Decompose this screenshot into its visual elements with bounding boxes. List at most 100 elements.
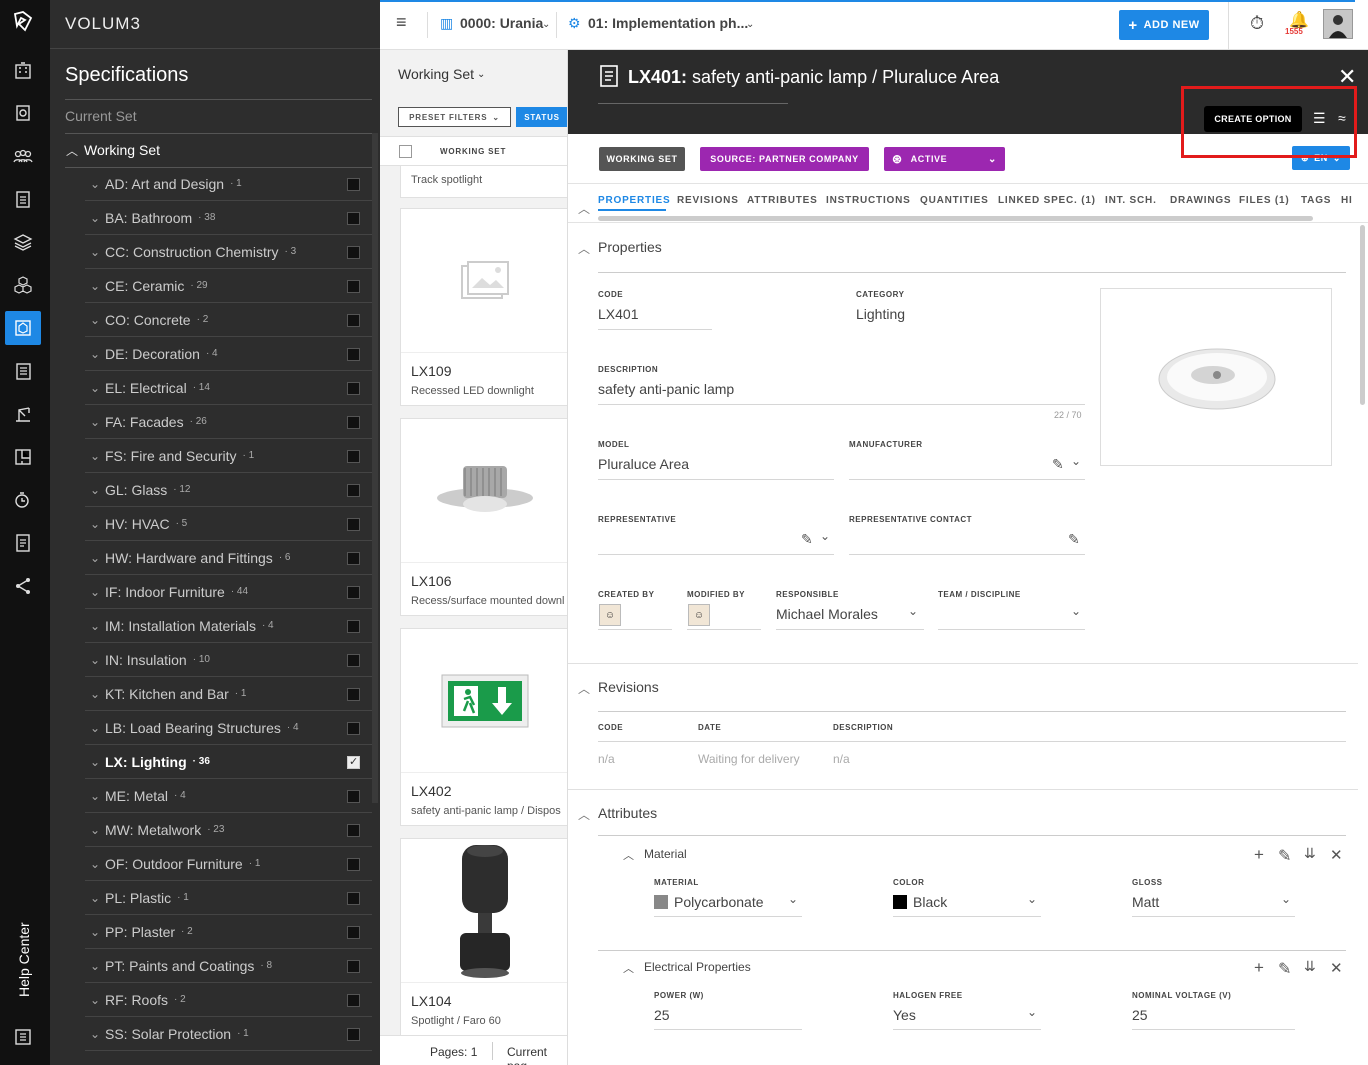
detail-tab[interactable]: TAGS — [1301, 195, 1331, 206]
category-checkbox[interactable] — [347, 552, 360, 565]
pencil-icon[interactable]: ✎ — [1068, 531, 1080, 548]
book-icon[interactable] — [5, 1020, 41, 1054]
chevron-down-icon[interactable]: ⌄ — [85, 653, 105, 667]
chevron-down-icon[interactable]: ⌄ — [85, 789, 105, 803]
chevron-down-icon[interactable]: ⌄ — [542, 19, 550, 30]
chevron-down-icon[interactable]: ⌄ — [908, 604, 918, 618]
sidebar-category-item[interactable]: ⌄ SS: Solar Protection · 1 — [85, 1017, 372, 1051]
chevron-down-icon[interactable]: ⌄ — [85, 279, 105, 293]
description-field[interactable]: safety anti-panic lamp — [598, 381, 734, 397]
hamburger-menu-icon[interactable]: ≡ — [396, 12, 407, 33]
category-checkbox[interactable] — [347, 755, 360, 769]
sidebar-category-item[interactable]: ⌄ EL: Electrical · 14 — [85, 371, 372, 405]
category-checkbox[interactable] — [347, 1028, 360, 1041]
detail-tab[interactable]: LINKED SPEC. (1) — [998, 195, 1096, 206]
category-checkbox[interactable] — [347, 892, 360, 905]
crane-icon[interactable] — [5, 397, 41, 431]
power-field[interactable]: 25 — [654, 1007, 670, 1023]
chevron-down-icon[interactable]: ⌄ — [85, 313, 105, 327]
sidebar-category-item[interactable]: ⌄ CO: Concrete · 2 — [85, 303, 372, 337]
chevron-down-icon[interactable]: ⌄ — [85, 517, 105, 531]
sidebar-category-item[interactable]: ⌄ OF: Outdoor Furniture · 1 — [85, 847, 372, 881]
detail-tab[interactable]: QUANTITIES — [920, 195, 989, 206]
chevron-down-icon[interactable]: ⌄ — [85, 449, 105, 463]
sidebar-category-item[interactable]: ⌄ PL: Plastic · 1 — [85, 881, 372, 915]
category-checkbox[interactable] — [347, 722, 360, 735]
close-icon[interactable]: ✕ — [1330, 846, 1343, 864]
sidebar-category-item[interactable]: ⌄ KT: Kitchen and Bar · 1 — [85, 677, 372, 711]
category-checkbox[interactable] — [347, 484, 360, 497]
plus-icon[interactable]: + — [1254, 958, 1264, 978]
category-checkbox[interactable] — [347, 382, 360, 395]
sidebar-category-item[interactable]: ⌄ CC: Construction Chemistry · 3 — [85, 235, 372, 269]
project-selector[interactable]: 0000: Urania — [460, 15, 543, 31]
timer-icon[interactable]: ⏱ — [1250, 13, 1264, 34]
pencil-icon[interactable]: ✎ — [1278, 846, 1291, 866]
pencil-icon[interactable]: ✎ — [1278, 959, 1291, 979]
status-filter-button[interactable]: STATUS — [516, 107, 568, 127]
sidebar-category-item[interactable]: ⌄ CE: Ceramic · 29 — [85, 269, 372, 303]
category-checkbox[interactable] — [347, 314, 360, 327]
responsible-dropdown[interactable]: Michael Morales — [776, 606, 878, 622]
category-checkbox[interactable] — [347, 586, 360, 599]
chevron-down-icon[interactable]: ⌄ — [85, 925, 105, 939]
creator-avatar[interactable]: ☺ — [599, 604, 621, 626]
chevron-down-icon[interactable]: ⌄ — [85, 415, 105, 429]
chevron-down-icon[interactable]: ⌄ — [85, 245, 105, 259]
sidebar-category-item[interactable]: ⌄ LB: Load Bearing Structures · 4 — [85, 711, 372, 745]
add-new-button[interactable]: + ADD NEW — [1119, 10, 1209, 40]
category-checkbox[interactable] — [347, 790, 360, 803]
help-center-link[interactable]: Help Center — [4, 920, 44, 1000]
specifications-icon[interactable] — [5, 311, 41, 345]
category-checkbox[interactable] — [347, 348, 360, 361]
detail-tab[interactable]: PROPERTIES — [598, 195, 670, 206]
category-checkbox[interactable] — [347, 620, 360, 633]
category-checkbox[interactable] — [347, 280, 360, 293]
chevron-down-icon[interactable]: ⌄ — [85, 959, 105, 973]
category-checkbox[interactable] — [347, 450, 360, 463]
category-checkbox[interactable] — [347, 246, 360, 259]
chevron-up-icon[interactable]: ︿ — [66, 142, 78, 159]
phase-selector[interactable]: 01: Implementation ph... — [588, 15, 748, 31]
documents-list-icon[interactable] — [5, 354, 41, 388]
detail-tab[interactable]: REVISIONS — [677, 195, 739, 206]
product-image[interactable] — [1100, 288, 1332, 466]
chevron-up-icon[interactable]: ︿ — [623, 960, 634, 976]
detail-tab[interactable]: DRAWINGS — [1170, 195, 1231, 206]
sidebar-category-item[interactable]: ⌄ MW: Metalwork · 23 — [85, 813, 372, 847]
spec-card-lx402[interactable]: LX402 safety anti-panic lamp / Dispos — [400, 628, 569, 826]
share-icon[interactable] — [5, 569, 41, 603]
plus-icon[interactable]: + — [1254, 845, 1264, 865]
list-item[interactable]: Track spotlight — [400, 166, 568, 198]
chevron-up-icon[interactable]: ︿ — [578, 200, 590, 217]
building-settings-icon[interactable] — [5, 96, 41, 130]
color-dropdown[interactable]: Black — [913, 894, 947, 910]
chevron-down-icon[interactable]: ⌄ — [85, 347, 105, 361]
chevron-down-icon[interactable]: ⌄ — [85, 857, 105, 871]
detail-tab[interactable]: HI — [1341, 195, 1353, 206]
chevron-down-icon[interactable]: ⌄ — [85, 993, 105, 1007]
team-icon[interactable] — [5, 139, 41, 173]
chevron-down-icon[interactable]: ⌄ — [1027, 892, 1037, 906]
status-dropdown[interactable]: ⊛ ACTIVE ⌄ — [884, 147, 1005, 171]
chevron-down-icon[interactable]: ⌄ — [85, 585, 105, 599]
clipboard-icon[interactable] — [5, 182, 41, 216]
chevron-down-icon[interactable]: ⌄ — [85, 551, 105, 565]
cubes-icon[interactable] — [5, 268, 41, 302]
report-icon[interactable] — [5, 526, 41, 560]
layers-icon[interactable] — [5, 225, 41, 259]
gloss-dropdown[interactable]: Matt — [1132, 894, 1159, 910]
chevron-down-icon[interactable]: ⌄ — [85, 721, 105, 735]
sidebar-category-item[interactable]: ⌄ RF: Roofs · 2 — [85, 983, 372, 1017]
chevron-down-icon[interactable]: ⌄ — [85, 823, 105, 837]
sidebar-category-item[interactable]: ⌄ PP: Plaster · 2 — [85, 915, 372, 949]
category-checkbox[interactable] — [347, 212, 360, 225]
detail-scrollbar[interactable] — [1360, 225, 1365, 405]
sidebar-category-item[interactable]: ⌄ AD: Art and Design · 1 — [85, 167, 372, 201]
category-checkbox[interactable] — [347, 858, 360, 871]
download-list-icon[interactable]: ⇊ — [1304, 845, 1316, 862]
detail-tab[interactable]: ATTRIBUTES — [747, 195, 818, 206]
chevron-down-icon[interactable]: ⌄ — [85, 177, 105, 191]
chevron-down-icon[interactable]: ⌄ — [85, 619, 105, 633]
close-icon[interactable]: ✕ — [1330, 959, 1343, 977]
